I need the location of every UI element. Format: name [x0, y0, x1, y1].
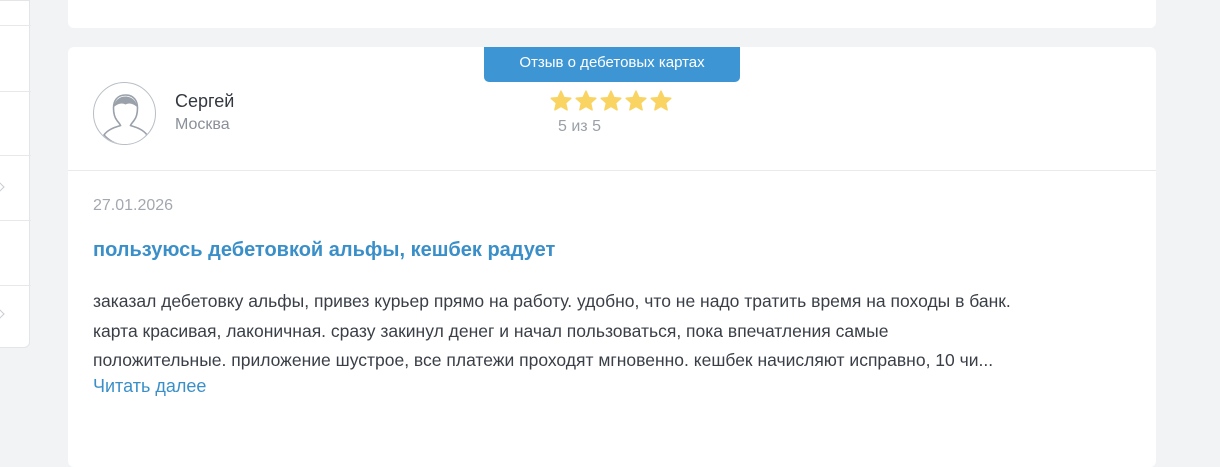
previous-review-card	[68, 0, 1156, 28]
read-more-link[interactable]: Читать далее	[93, 376, 206, 397]
author-city: Москва	[175, 116, 230, 133]
review-text-line: карта красивая, лаконичная. сразу закину…	[93, 320, 889, 341]
side-panel-divider	[0, 25, 31, 26]
avatar	[93, 82, 156, 145]
side-panel-divider	[0, 285, 31, 286]
author-name: Сергей	[175, 91, 235, 111]
star-icon	[625, 90, 647, 111]
review-card: Отзыв о дебетовых картах Сергей Москва 5…	[68, 47, 1156, 467]
review-text: заказал дебетовку альфы, привез курьер п…	[93, 287, 1133, 376]
chevron-icon[interactable]	[0, 181, 5, 193]
star-icon	[650, 90, 672, 111]
side-panel-divider	[0, 155, 31, 156]
review-text-line: заказал дебетовку альфы, привез курьер п…	[93, 291, 1011, 311]
chevron-icon[interactable]	[0, 308, 5, 320]
star-icon	[600, 90, 622, 111]
star-icon	[575, 90, 597, 111]
star-icon	[550, 90, 572, 111]
side-filter-panel	[0, 0, 31, 348]
review-date: 27.01.2026	[93, 197, 174, 214]
rating-text: 5 из 5	[558, 118, 601, 135]
side-panel-divider	[0, 220, 31, 221]
review-title[interactable]: пользуюсь дебетовкой альфы, кешбек радуе…	[93, 239, 555, 262]
review-category-badge[interactable]: Отзыв о дебетовых картах	[484, 47, 740, 82]
review-text-line: положительные. приложение шустрое, все п…	[93, 350, 994, 370]
rating-stars	[549, 89, 673, 113]
user-silhouette-icon	[102, 94, 149, 144]
card-divider	[68, 170, 1156, 171]
side-panel-divider	[0, 91, 31, 92]
